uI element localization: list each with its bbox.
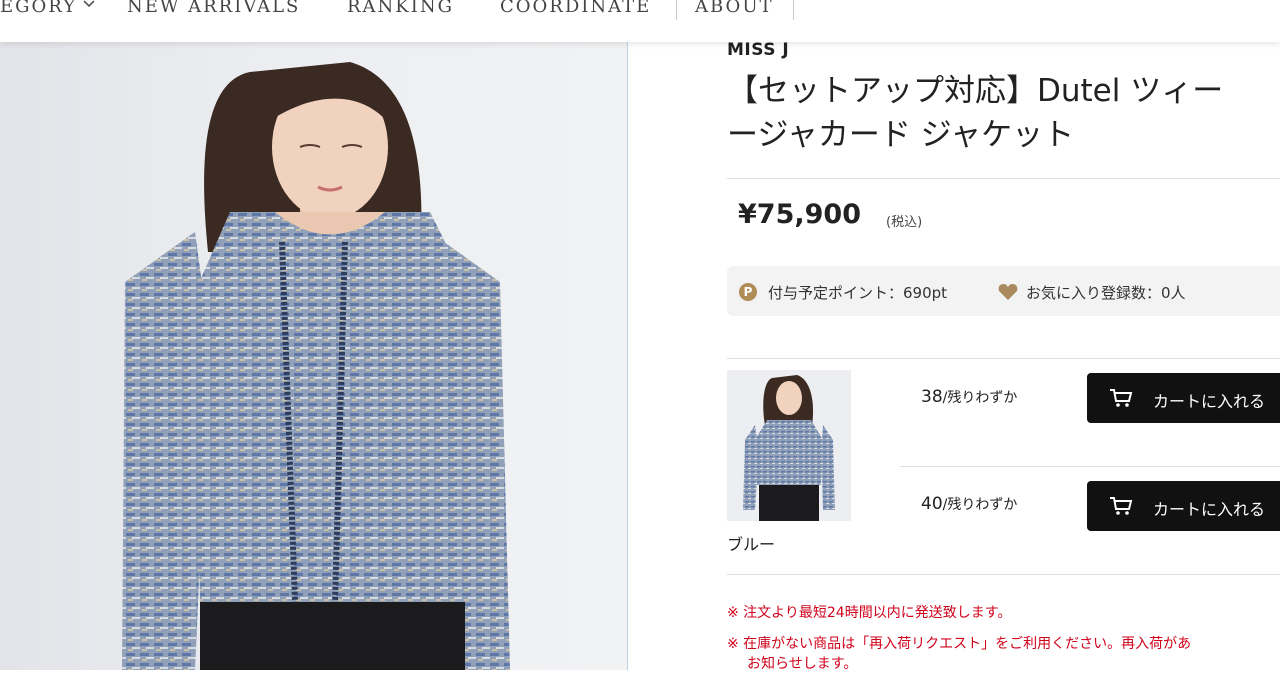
points-favorites-bar: P 付与予定ポイント：690pt お気に入り登録数：0人 (727, 266, 1280, 316)
nav-item-category[interactable]: EGORY (0, 0, 95, 20)
thumbnail-illustration (727, 370, 851, 521)
variant-stock-status: /残りわずか (942, 497, 1018, 513)
nav-item-ranking[interactable]: RANKING (347, 0, 454, 20)
cart-icon (1110, 497, 1133, 515)
color-name: ブルー (727, 535, 776, 554)
model-photo-illustration (122, 62, 510, 670)
nav-item-category-label: EGORY (0, 0, 78, 17)
product-title: 【セットアップ対応】Dutel ツィー ージャカード ジャケット (727, 69, 1280, 157)
favorites-count-text: お気に入り登録数：0人 (1026, 284, 1186, 302)
divider (727, 574, 1280, 575)
variant-size-value: 38 (921, 387, 943, 407)
restock-notice-continued: お知らせします。 (747, 656, 858, 672)
restock-notice: ※ 在庫がない商品は「再入荷リクエスト」をご利用ください。再入荷があ (727, 636, 1192, 652)
add-to-cart-button-40[interactable]: カートに入れる (1087, 481, 1280, 531)
add-to-cart-label: カートに入れる (1153, 500, 1266, 519)
shipping-notice: ※ 注文より最短24時間以内に発送致します。 (727, 605, 1012, 621)
variant-stock-status: /残りわずか (942, 390, 1018, 406)
add-to-cart-label: カートに入れる (1153, 392, 1266, 411)
add-to-cart-button-38[interactable]: カートに入れる (1087, 373, 1280, 423)
variant-size-38: 38/残りわずか (921, 387, 1017, 407)
image-divider (627, 42, 628, 670)
points-text: 付与予定ポイント：690pt (768, 284, 948, 302)
nav-divider (676, 0, 677, 20)
product-price: ¥75,900 (738, 199, 861, 230)
brand-name[interactable]: MISS J (727, 40, 789, 60)
variant-size-40: 40/残りわずか (921, 494, 1017, 514)
nav-item-new-arrivals[interactable]: NEW ARRIVALS (127, 0, 300, 20)
tax-note: (税込) (886, 215, 923, 230)
product-main-image[interactable] (0, 42, 627, 670)
product-title-line2: ージャカード ジャケット (727, 117, 1075, 153)
points-icon: P (739, 283, 757, 301)
nav-item-coordinate[interactable]: COORDINATE (500, 0, 651, 20)
product-title-line1: 【セットアップ対応】Dutel ツィー (727, 73, 1224, 109)
divider (727, 358, 1280, 359)
cart-icon (1110, 389, 1133, 407)
chevron-down-icon (83, 0, 95, 8)
top-navigation: EGORY NEW ARRIVALS RANKING COORDINATE AB… (0, 0, 1280, 42)
heart-icon[interactable] (998, 283, 1018, 301)
divider (727, 178, 1280, 179)
divider (900, 466, 1280, 467)
color-thumbnail[interactable] (727, 370, 851, 521)
nav-divider (793, 0, 794, 20)
variant-size-value: 40 (921, 494, 943, 514)
nav-item-about[interactable]: ABOUT (695, 0, 774, 20)
